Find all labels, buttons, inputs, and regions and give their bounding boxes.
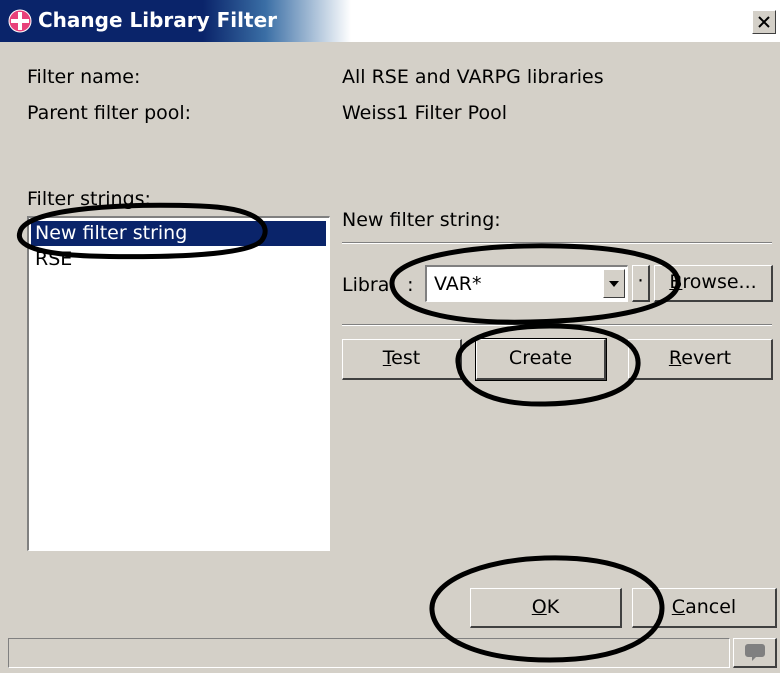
title-bar: Change Library Filter (0, 0, 780, 42)
library-value: VAR* (434, 273, 482, 295)
create-button[interactable]: Create (475, 338, 607, 381)
list-item-new-filter-string[interactable]: New filter string (31, 221, 326, 246)
filter-strings-list[interactable]: New filter string RSE (27, 216, 330, 551)
divider (342, 324, 772, 326)
close-button[interactable] (752, 10, 776, 34)
filter-name-value: All RSE and VARPG libraries (342, 66, 604, 88)
close-icon (758, 16, 770, 28)
speech-bubble-icon (745, 644, 765, 661)
status-bar (8, 638, 730, 668)
chevron-down-icon (609, 281, 619, 287)
browse-button[interactable]: Browse... (654, 265, 773, 302)
window-title: Change Library Filter (38, 8, 277, 32)
cancel-button[interactable]: Cancel (632, 588, 777, 628)
test-button[interactable]: Test (342, 339, 462, 380)
library-dropdown-button[interactable] (603, 269, 625, 298)
revert-button[interactable]: Revert (628, 339, 773, 380)
parent-pool-value: Weiss1 Filter Pool (342, 102, 507, 124)
library-combo[interactable]: VAR* (425, 265, 628, 302)
status-bar-button[interactable] (733, 638, 777, 668)
parent-pool-label: Parent filter pool: (27, 102, 192, 124)
library-label: Library: (342, 274, 414, 296)
filter-strings-label: Filter strings: (27, 188, 151, 210)
filter-name-label: Filter name: (27, 66, 141, 88)
new-filter-string-heading: New filter string: (342, 209, 501, 231)
divider (342, 242, 772, 244)
library-spinner[interactable]: · (632, 265, 650, 302)
ok-button[interactable]: OK (470, 588, 622, 628)
list-item-rse[interactable]: RSE (31, 247, 326, 272)
filter-icon (8, 9, 32, 33)
